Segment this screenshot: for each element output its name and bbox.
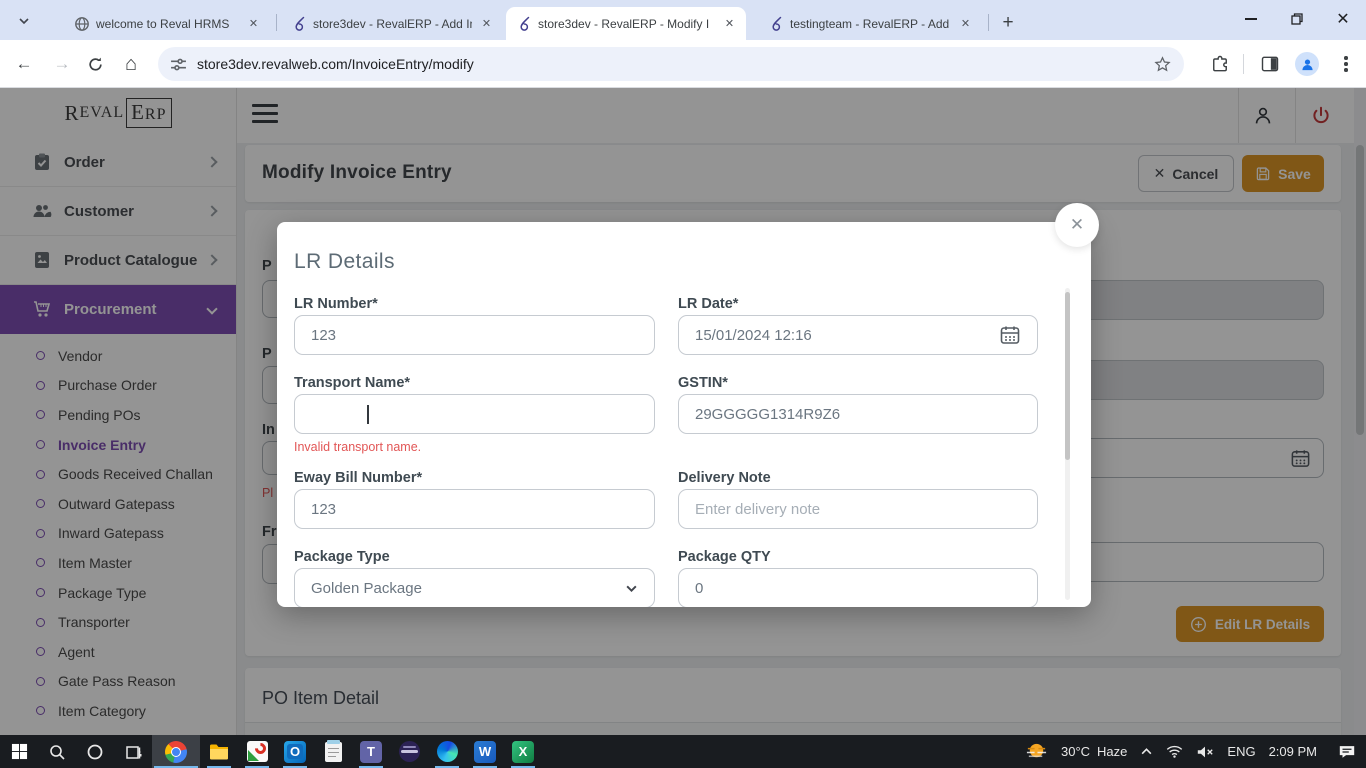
field-label: Package Type <box>294 549 390 565</box>
tab-title: store3dev - RevalERP - Add Inv <box>313 17 472 31</box>
tab-close-icon[interactable]: ✕ <box>478 15 495 32</box>
calendar-icon[interactable] <box>999 324 1021 346</box>
tab-title: welcome to Reval HRMS <box>96 17 239 31</box>
new-tab-button[interactable]: + <box>995 10 1021 36</box>
package-qty-input[interactable] <box>678 568 1038 607</box>
field-label: LR Date* <box>678 296 738 312</box>
chevron-down-icon <box>625 582 638 595</box>
revalerp-favicon-icon <box>516 16 532 32</box>
eway-bill-input[interactable] <box>294 489 655 529</box>
field-label: LR Number* <box>294 296 378 312</box>
gstin-input[interactable] <box>678 394 1038 434</box>
volume-muted-icon[interactable] <box>1196 744 1214 760</box>
lr-number-input[interactable] <box>294 315 655 355</box>
taskbar-notepad-icon[interactable] <box>314 735 352 768</box>
revalerp-favicon-icon <box>291 16 307 32</box>
lr-details-modal: LR Details LR Number* LR Date* 15/01/202… <box>277 222 1091 607</box>
kebab-menu-icon[interactable] <box>1341 53 1351 75</box>
field-label: Package QTY <box>678 549 771 565</box>
taskbar-search-icon[interactable] <box>38 735 76 768</box>
transport-name-input[interactable] <box>294 394 655 434</box>
delivery-note-input[interactable] <box>678 489 1038 529</box>
modal-title: LR Details <box>294 250 395 274</box>
tab-title: testingteam - RevalERP - Add V <box>790 17 951 31</box>
taskbar-file-explorer-icon[interactable] <box>200 735 238 768</box>
tray-temperature[interactable]: 30°C <box>1061 744 1090 759</box>
tab-reval-hrms[interactable]: welcome to Reval HRMS ✕ <box>64 7 270 40</box>
address-bar[interactable]: store3dev.revalweb.com/InvoiceEntry/modi… <box>158 47 1184 81</box>
globe-favicon-icon <box>74 16 90 32</box>
tray-language[interactable]: ENG <box>1227 744 1255 759</box>
tab-separator <box>276 14 277 31</box>
tab-close-icon[interactable]: ✕ <box>957 15 974 32</box>
windows-taskbar: O T W X 30° <box>0 735 1366 768</box>
lr-date-input[interactable]: 15/01/2024 12:16 <box>678 315 1038 355</box>
toolbar-divider <box>1243 54 1244 74</box>
taskbar-edge-icon[interactable] <box>428 735 466 768</box>
modal-close-button[interactable]: ✕ <box>1055 203 1099 247</box>
tab-close-icon[interactable]: ✕ <box>245 15 262 32</box>
tab-add-vendor[interactable]: testingteam - RevalERP - Add V ✕ <box>758 7 982 40</box>
tab-add-invoice[interactable]: store3dev - RevalERP - Add Inv ✕ <box>281 7 503 40</box>
tray-weather-condition[interactable]: Haze <box>1097 744 1127 759</box>
modal-scrollbar-thumb[interactable] <box>1065 292 1070 460</box>
taskbar-teams-icon[interactable]: T <box>352 735 390 768</box>
package-type-select[interactable]: Golden Package <box>294 568 655 607</box>
tray-chevron-up-icon[interactable] <box>1140 745 1153 758</box>
wifi-icon[interactable] <box>1166 744 1183 759</box>
tab-title: store3dev - RevalERP - Modify I <box>538 17 715 31</box>
taskbar-eclipse-icon[interactable] <box>390 735 428 768</box>
home-icon[interactable]: ⌂ <box>119 52 143 76</box>
side-panel-icon[interactable] <box>1260 54 1280 74</box>
taskbar-excel-icon[interactable]: X <box>504 735 542 768</box>
taskbar-outlook-icon[interactable]: O <box>276 735 314 768</box>
revalerp-favicon-icon <box>768 16 784 32</box>
browser-tab-strip: welcome to Reval HRMS ✕ store3dev - Reva… <box>0 0 1366 40</box>
text-cursor <box>367 405 369 424</box>
reload-icon[interactable] <box>83 52 107 76</box>
tab-separator <box>988 14 989 31</box>
start-button[interactable] <box>0 735 38 768</box>
task-view-icon[interactable] <box>114 735 152 768</box>
profile-avatar[interactable] <box>1295 52 1319 76</box>
cortana-icon[interactable] <box>76 735 114 768</box>
window-restore-button[interactable] <box>1274 0 1320 38</box>
field-label: Delivery Note <box>678 470 771 486</box>
browser-toolbar: ← → ⌂ store3dev.revalweb.com/InvoiceEntr… <box>0 40 1366 88</box>
system-tray: 30°C Haze ENG 2:09 PM <box>1025 735 1366 768</box>
field-label: Eway Bill Number* <box>294 470 422 486</box>
back-icon[interactable]: ← <box>12 52 36 76</box>
weather-haze-icon[interactable] <box>1025 740 1048 763</box>
forward-icon[interactable]: → <box>50 52 74 76</box>
field-label: Transport Name* <box>294 375 410 391</box>
tab-close-icon[interactable]: ✕ <box>721 15 738 32</box>
tab-modify-invoice-active[interactable]: store3dev - RevalERP - Modify I ✕ <box>506 7 746 40</box>
action-center-icon[interactable] <box>1338 743 1356 760</box>
field-label: GSTIN* <box>678 375 728 391</box>
url-text[interactable]: store3dev.revalweb.com/InvoiceEntry/modi… <box>197 56 1153 72</box>
tray-clock[interactable]: 2:09 PM <box>1269 744 1317 759</box>
site-settings-icon[interactable] <box>170 56 187 73</box>
window-close-button[interactable]: ✕ <box>1320 0 1366 38</box>
taskbar-chrome-icon[interactable] <box>152 735 200 768</box>
taskbar-tortoise-app-icon[interactable] <box>238 735 276 768</box>
taskbar-word-icon[interactable]: W <box>466 735 504 768</box>
transport-name-error: Invalid transport name. <box>294 440 421 454</box>
extensions-icon[interactable] <box>1210 54 1230 74</box>
tab-search-chevron-icon[interactable] <box>10 9 38 33</box>
window-minimize-button[interactable] <box>1228 0 1274 38</box>
bookmark-star-icon[interactable] <box>1153 55 1172 74</box>
